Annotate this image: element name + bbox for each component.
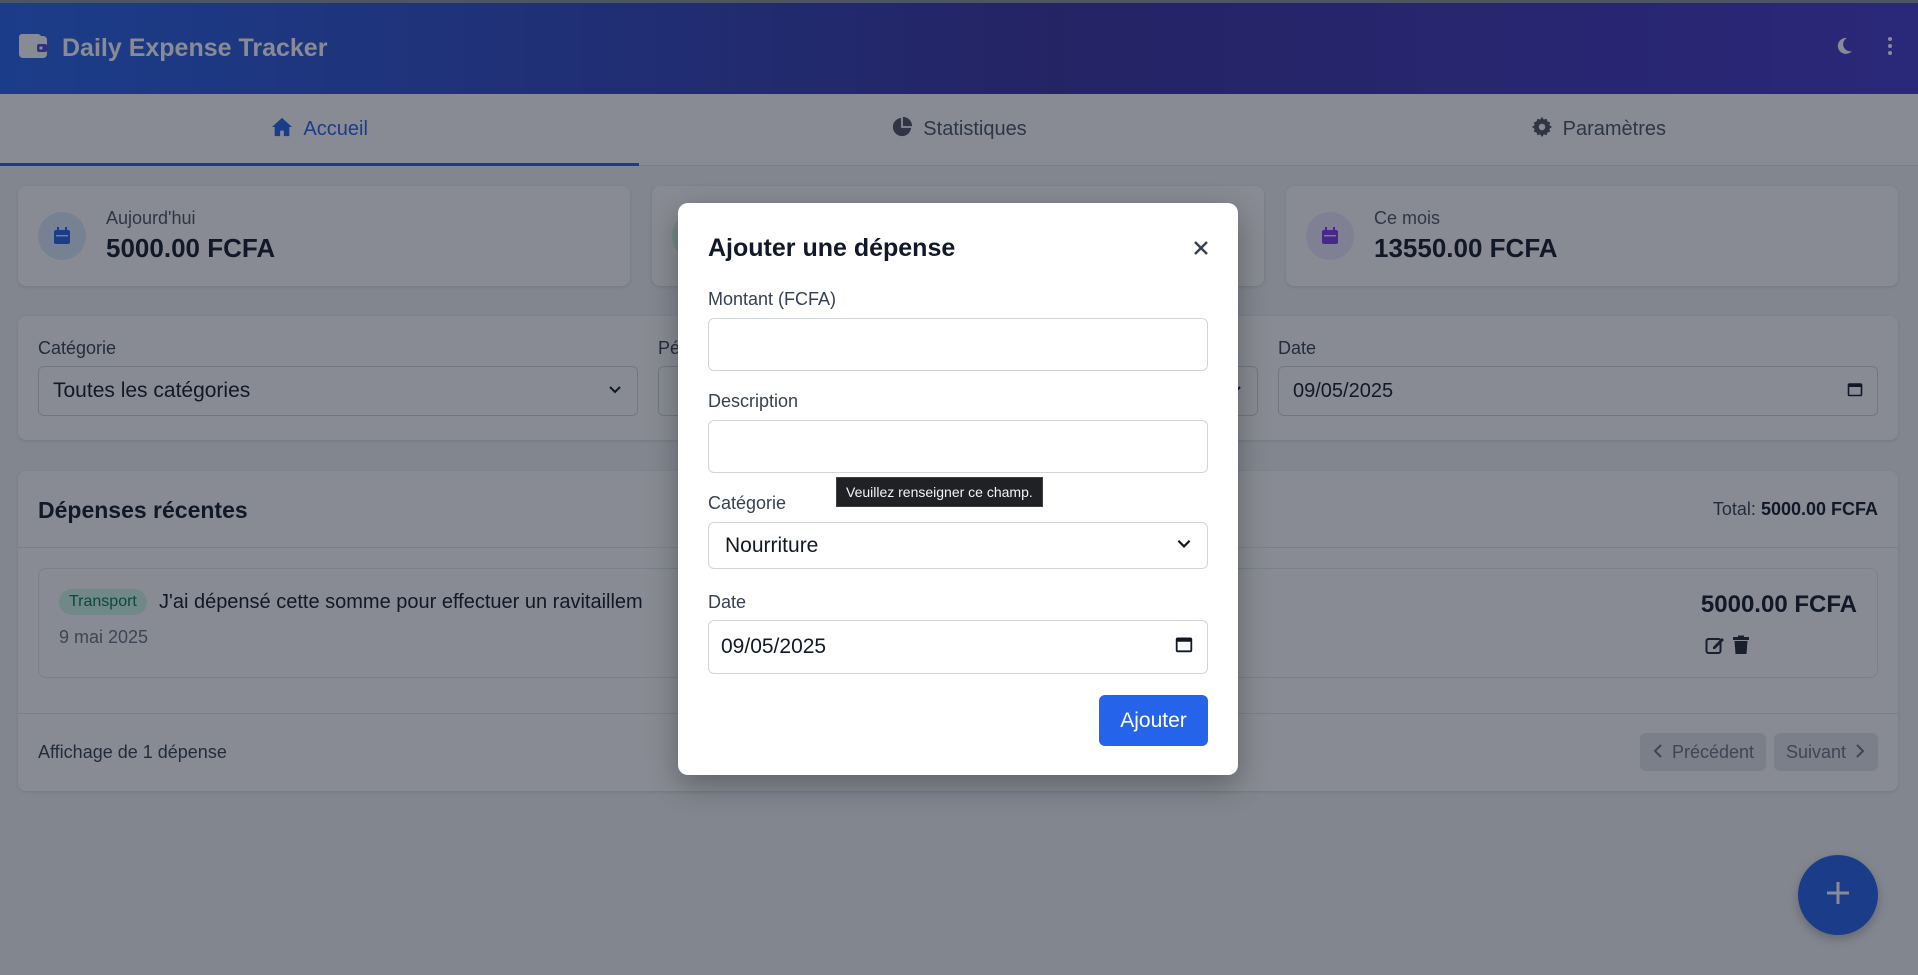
date-value: 09/05/2025 bbox=[721, 635, 827, 658]
amount-label: Montant (FCFA) bbox=[708, 289, 837, 309]
chevron-down-icon bbox=[1175, 534, 1193, 558]
submit-button[interactable]: Ajouter bbox=[1099, 695, 1208, 746]
validation-tooltip: Veuillez renseigner ce champ. bbox=[836, 477, 1043, 507]
date-field[interactable]: 09/05/2025 bbox=[708, 620, 1208, 674]
category-select[interactable]: Nourriture bbox=[708, 522, 1208, 569]
description-label: Description bbox=[708, 391, 799, 411]
description-field[interactable] bbox=[708, 420, 1208, 473]
amount-field[interactable] bbox=[708, 318, 1208, 371]
category-label: Catégorie bbox=[708, 493, 787, 513]
calendar-icon[interactable] bbox=[1175, 635, 1193, 659]
window-top-border bbox=[0, 0, 1918, 3]
date-label: Date bbox=[708, 592, 747, 612]
modal-title: Ajouter une dépense bbox=[708, 234, 956, 262]
category-value: Nourriture bbox=[725, 533, 819, 557]
close-icon[interactable] bbox=[1192, 239, 1210, 257]
